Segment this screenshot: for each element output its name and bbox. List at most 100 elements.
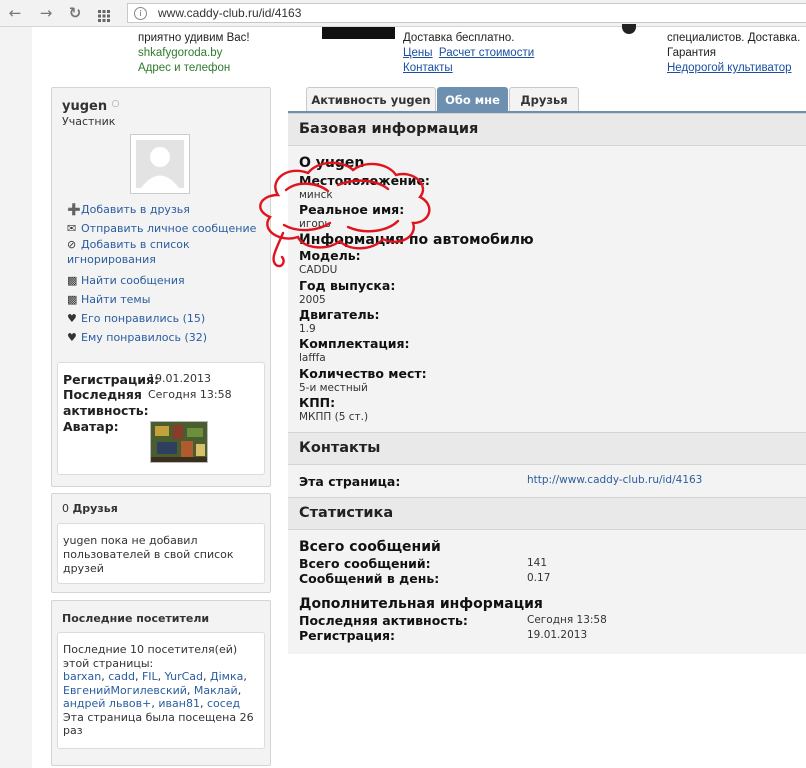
avatar [130, 134, 190, 194]
profile-username: yugen ○ [62, 99, 120, 114]
trim-value: lafffa [299, 352, 326, 364]
visits-count-text: Эта страница была посещена 26 раз [63, 710, 254, 738]
action-ignore[interactable]: ⊘ Добавить в список игнорирования [67, 236, 267, 269]
action-label[interactable]: Добавить в друзья [81, 203, 190, 216]
visitor-link[interactable]: ЕвгенийМогилевский [63, 684, 187, 697]
action-find-posts[interactable]: ▩ Найти сообщения [67, 269, 267, 288]
visitor-separator: , [243, 670, 247, 683]
forward-arrow-icon[interactable]: → [37, 4, 55, 22]
page-info-icon[interactable]: i [134, 7, 147, 20]
visitor-link[interactable]: cadd [108, 670, 135, 683]
apps-grid-icon[interactable] [98, 7, 110, 22]
visitor-link[interactable]: иван81 [158, 697, 200, 710]
friends-header: 0 Друзья [62, 502, 118, 515]
ad-image[interactable] [322, 27, 395, 39]
block-icon: ⊘ [67, 238, 77, 251]
action-likes[interactable]: ♥ Ему понравилось (32) [67, 326, 267, 345]
engine-label: Двигатель: [299, 307, 380, 322]
visitor-separator: , [134, 670, 142, 683]
stats-last-active-value: Сегодня 13:58 [527, 614, 607, 626]
year-value: 2005 [299, 294, 326, 306]
heart-icon: ♥ [67, 312, 77, 325]
visitor-link[interactable]: YurCad [165, 670, 203, 683]
visitor-separator: , [199, 697, 207, 710]
reload-icon[interactable]: ↻ [66, 4, 84, 22]
ad2-calc-link[interactable]: Расчет стоимости [439, 47, 534, 59]
this-page-link[interactable]: http://www.caddy-club.ru/id/4163 [527, 474, 702, 486]
ad2-contacts-link[interactable]: Контакты [403, 61, 534, 76]
visitor-link[interactable]: андрей львов+ [63, 697, 151, 710]
action-find-threads[interactable]: ▩ Найти темы [67, 288, 267, 307]
engine-value: 1.9 [299, 323, 316, 335]
year-label: Год выпуска: [299, 278, 396, 293]
seats-value: 5-и местный [299, 382, 368, 394]
profile-actions: ➕Добавить в друзья ✉ Отправить личное соо… [67, 198, 267, 345]
ad2-prices-link[interactable]: Цены [403, 47, 433, 59]
default-avatar-icon [136, 140, 184, 188]
envelope-icon: ✉ [67, 222, 77, 235]
page-left-margin [0, 27, 32, 768]
avatar-image[interactable] [150, 421, 208, 463]
action-add-friend[interactable]: ➕Добавить в друзья [67, 198, 267, 217]
username-text: yugen [62, 99, 108, 114]
friends-title[interactable]: Друзья [73, 502, 118, 515]
action-send-message[interactable]: ✉ Отправить личное сообщение [67, 217, 267, 236]
visitor-link[interactable]: Дімка [210, 670, 243, 683]
gearbox-label: КПП: [299, 395, 336, 410]
action-liked-by[interactable]: ♥ Его понравились (15) [67, 307, 267, 326]
reg-value: 19.01.2013 [148, 372, 211, 385]
avatar-label: Аватар: [63, 419, 119, 434]
friends-count: 0 [62, 502, 69, 515]
visitor-link[interactable]: сосед [207, 697, 240, 710]
offline-status-icon: ○ [111, 99, 120, 109]
visitor-separator: , [203, 670, 211, 683]
visitors-content: Последние 10 посетителя(ей) этой страниц… [63, 643, 261, 738]
ad-decoration [622, 24, 636, 34]
browser-toolbar: ← → ↻ i www.caddy-club.ru/id/4163 [0, 0, 806, 27]
trim-label: Комплектация: [299, 336, 410, 351]
messages-icon: ▩ [67, 293, 78, 306]
visitor-link[interactable]: barxan [63, 670, 101, 683]
seats-label: Количество мест: [299, 366, 427, 381]
total-posts-value: 141 [527, 557, 548, 569]
last-active-value: Сегодня 13:58 [148, 388, 232, 401]
posts-heading: Всего сообщений [299, 539, 441, 555]
tab-activity[interactable]: Активность yugen [306, 87, 436, 111]
visitor-link[interactable]: Маклай [194, 684, 238, 697]
ad-block-3: специалистов. Доставка. Гарантия Недорог… [667, 31, 800, 76]
ad-block-2: Доставка бесплатно. Цены Расчет стоимост… [403, 31, 534, 76]
action-label[interactable]: Найти сообщения [81, 274, 185, 287]
stats-reg-label: Регистрация: [299, 628, 396, 643]
stats-reg-value: 19.01.2013 [527, 629, 588, 641]
ad1-site[interactable]: shkafygoroda.by [138, 46, 250, 61]
back-arrow-icon[interactable]: ← [6, 4, 24, 22]
ad3-link[interactable]: Недорогой культиватор [667, 61, 800, 76]
total-posts-label: Всего сообщений: [299, 556, 431, 571]
tab-about[interactable]: Обо мне [437, 87, 508, 111]
heart-icon: ♥ [67, 331, 77, 344]
section-statistics: Статистика [288, 497, 806, 530]
address-bar[interactable]: i www.caddy-club.ru/id/4163 [127, 3, 806, 23]
avatar-photo-icon [151, 422, 207, 462]
visitors-intro: Последние 10 посетителя(ей) этой страниц… [63, 643, 238, 670]
visitor-link[interactable]: FIL [142, 670, 158, 683]
messages-icon: ▩ [67, 274, 78, 287]
tab-friends[interactable]: Друзья [509, 87, 579, 111]
action-label[interactable]: Найти темы [81, 293, 150, 306]
ad1-address-link[interactable]: Адрес и телефон [138, 61, 250, 76]
friends-empty-text: yugen пока не добавил пользователей в св… [63, 534, 234, 575]
action-label[interactable]: Отправить личное сообщение [81, 222, 256, 235]
section-basic-info: Базовая информация [288, 113, 806, 146]
visitor-separator: , [237, 683, 242, 697]
visitor-separator: , [157, 670, 165, 683]
action-label[interactable]: Добавить в список игнорирования [67, 238, 190, 266]
ad1-text: приятно удивим Вас! [138, 32, 250, 44]
ad-block-1: приятно удивим Вас! shkafygoroda.by Адре… [138, 31, 250, 76]
visitors-title: Последние посетители [62, 612, 210, 625]
stats-last-active-label: Последняя активность: [299, 613, 468, 628]
action-label[interactable]: Ему понравилось (32) [81, 331, 207, 344]
action-label[interactable]: Его понравились (15) [81, 312, 205, 325]
section-contacts: Контакты [288, 432, 806, 465]
last-active-label: Последняя активность: [63, 387, 149, 418]
extra-info-heading: Дополнительная информация [299, 596, 543, 612]
